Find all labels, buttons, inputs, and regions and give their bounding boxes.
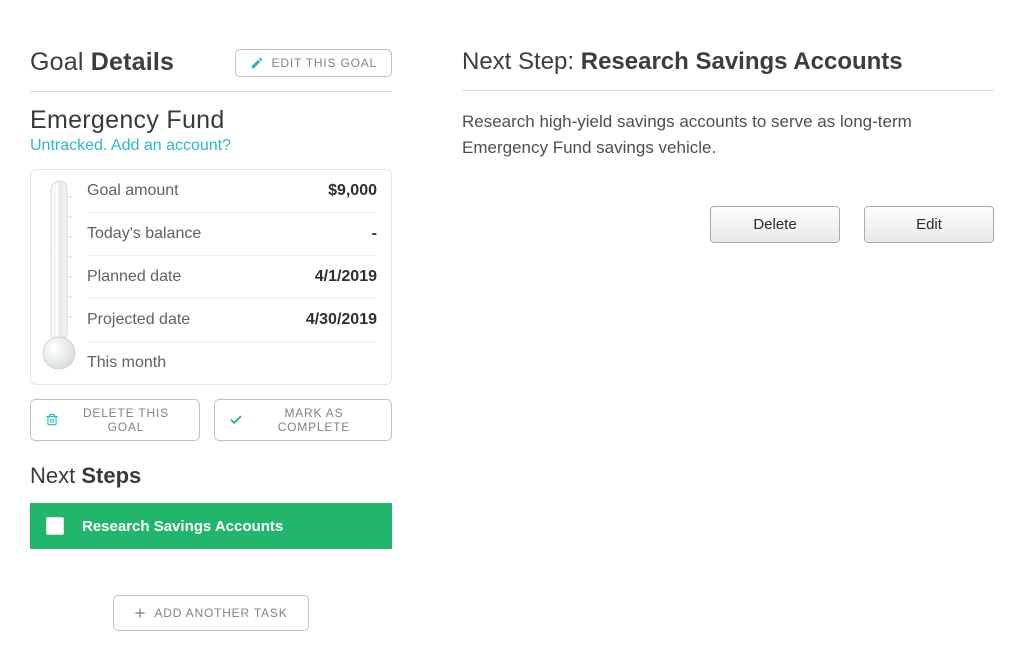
- edit-goal-label: EDIT THIS GOAL: [272, 56, 377, 70]
- next-step-description: Research high-yield savings accounts to …: [462, 109, 994, 162]
- goal-details-header: Goal Details EDIT THIS GOAL: [30, 48, 392, 92]
- page-title: Goal Details: [30, 48, 174, 77]
- delete-step-label: Delete: [753, 216, 796, 233]
- next-step-prefix: Next Step:: [462, 48, 581, 75]
- summary-row-goal-amount: Goal amount $9,000: [87, 170, 377, 213]
- goal-name: Emergency Fund: [30, 106, 392, 135]
- today-balance-value: -: [372, 225, 377, 243]
- edit-goal-button[interactable]: EDIT THIS GOAL: [235, 49, 392, 77]
- next-steps-heading: Next Steps: [30, 463, 392, 489]
- summary-row-today-balance: Today's balance -: [87, 213, 377, 256]
- check-icon: [229, 413, 243, 427]
- mark-complete-button[interactable]: MARK AS COMPLETE: [214, 399, 392, 441]
- next-step-name: Research Savings Accounts: [581, 48, 903, 75]
- goal-amount-value: $9,000: [328, 182, 377, 200]
- delete-goal-label: DELETE THIS GOAL: [67, 406, 185, 434]
- summary-row-this-month: This month: [87, 342, 377, 384]
- planned-date-value: 4/1/2019: [315, 268, 377, 286]
- summary-row-projected-date: Projected date 4/30/2019: [87, 299, 377, 342]
- next-steps-bold: Steps: [81, 463, 141, 488]
- pencil-icon: [250, 56, 264, 70]
- next-steps-prefix: Next: [30, 463, 81, 488]
- goal-amount-label: Goal amount: [87, 170, 179, 212]
- edit-step-button[interactable]: Edit: [864, 206, 994, 243]
- thermometer-icon: [39, 176, 79, 378]
- mark-complete-label: MARK AS COMPLETE: [251, 406, 377, 434]
- add-task-button[interactable]: ADD ANOTHER TASK: [113, 595, 308, 631]
- trash-icon: [45, 413, 59, 427]
- this-month-label: This month: [87, 342, 166, 384]
- today-balance-label: Today's balance: [87, 213, 201, 255]
- delete-step-button[interactable]: Delete: [710, 206, 840, 243]
- plus-icon: [134, 607, 146, 619]
- summary-row-planned-date: Planned date 4/1/2019: [87, 256, 377, 299]
- task-label: Research Savings Accounts: [82, 518, 283, 535]
- delete-goal-button[interactable]: DELETE THIS GOAL: [30, 399, 200, 441]
- add-task-label: ADD ANOTHER TASK: [154, 606, 287, 620]
- projected-date-value: 4/30/2019: [306, 311, 377, 329]
- page-title-bold: Details: [91, 48, 174, 76]
- untracked-link[interactable]: Untracked. Add an account?: [30, 137, 231, 155]
- next-step-header: Next Step: Research Savings Accounts: [462, 48, 994, 91]
- task-checkbox[interactable]: [46, 517, 64, 535]
- task-item[interactable]: Research Savings Accounts: [30, 503, 392, 549]
- edit-step-label: Edit: [916, 216, 942, 233]
- page-title-prefix: Goal: [30, 48, 91, 76]
- planned-date-label: Planned date: [87, 256, 181, 298]
- goal-summary-card: Goal amount $9,000 Today's balance - Pla…: [30, 169, 392, 385]
- projected-date-label: Projected date: [87, 299, 190, 341]
